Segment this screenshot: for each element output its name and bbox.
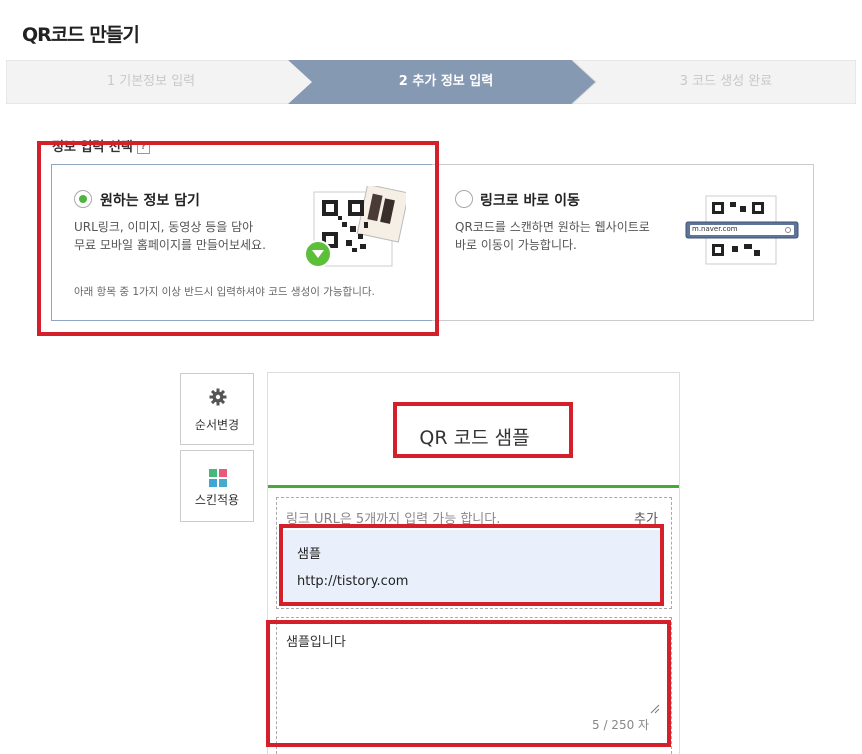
option-desc-line: QR코드를 스캔하면 원하는 웹사이트로	[455, 220, 650, 234]
option-desc-direct-link: QR코드를 스캔하면 원하는 웹사이트로 바로 이동이 가능합니다.	[455, 218, 650, 254]
page-title: QR코드 만들기	[22, 24, 140, 46]
highlight-box-title	[393, 402, 573, 458]
option-title-direct-link: 링크로 바로 이동	[480, 193, 580, 209]
skin-grid-icon	[209, 469, 227, 487]
radio-direct-link[interactable]	[455, 190, 473, 208]
step-3: 3 코드 생성 완료	[679, 74, 773, 89]
step-indicator: 1 기본정보 입력 2 추가 정보 입력 3 코드 생성 완료	[6, 60, 856, 104]
option-desc-line: 바로 이동이 가능합니다.	[455, 238, 577, 252]
highlight-box-link	[279, 524, 664, 606]
reorder-label: 순서변경	[194, 418, 240, 432]
gear-icon	[209, 388, 227, 406]
apply-skin-label: 스킨적용	[194, 493, 240, 507]
apply-skin-button[interactable]: 스킨적용	[180, 450, 254, 522]
sample-url-text: m.naver.com	[692, 225, 738, 233]
reorder-button[interactable]: 순서변경	[180, 373, 254, 445]
highlight-box-text	[266, 620, 671, 747]
step-2-active: 2 추가 정보 입력	[398, 74, 494, 89]
step-1: 1 기본정보 입력	[106, 74, 196, 89]
highlight-box-option	[37, 141, 439, 336]
preview-divider	[268, 485, 679, 488]
